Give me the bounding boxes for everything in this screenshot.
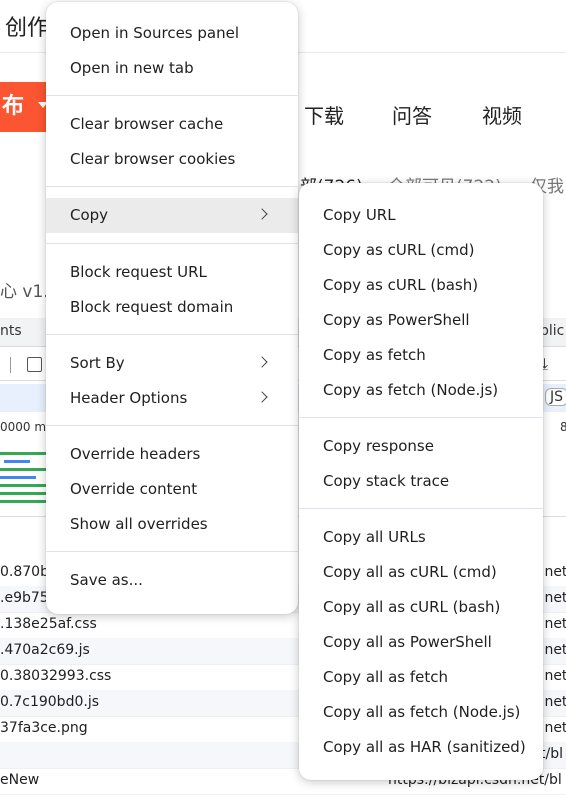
chevron-right-icon — [256, 208, 268, 220]
menu-item-copy[interactable]: Copy — [46, 198, 298, 233]
request-domain: .net — [540, 694, 566, 710]
request-domain: .net — [540, 590, 566, 606]
menu-item-copy-label: Copy — [70, 206, 109, 224]
toolbar-label-right: plic — [540, 323, 565, 339]
filter-checkbox[interactable] — [27, 357, 42, 372]
menu-item-copy-fetch[interactable]: Copy as fetch — [299, 338, 543, 373]
menu-item-copy-stack-trace[interactable]: Copy stack trace — [299, 464, 543, 499]
nav-download[interactable]: 下载 — [304, 100, 344, 129]
request-domain: .net — [540, 668, 566, 684]
menu-separator — [299, 417, 543, 418]
menu-separator — [46, 551, 298, 552]
request-domain: .net — [540, 616, 566, 632]
menu-item-open-in-new-tab[interactable]: Open in new tab — [46, 51, 298, 86]
menu-separator — [46, 334, 298, 335]
menu-item-block-url[interactable]: Block request URL — [46, 255, 298, 290]
request-name: .138e25af.css — [0, 616, 97, 632]
menu-item-copy-all-fetch[interactable]: Copy all as fetch — [299, 660, 543, 695]
menu-item-copy-response[interactable]: Copy response — [299, 429, 543, 464]
chevron-right-icon — [256, 356, 268, 368]
menu-separator — [46, 243, 298, 244]
filter-js-chip[interactable]: JS — [545, 388, 566, 406]
menu-separator — [46, 95, 298, 96]
nav-qa[interactable]: 问答 — [392, 100, 432, 129]
timing-label-right: 8 — [560, 420, 566, 434]
menu-item-header-options-label: Header Options — [70, 389, 188, 407]
site-logo-text: 创作 — [5, 16, 50, 41]
context-menu: Open in Sources panel Open in new tab Cl… — [46, 2, 298, 614]
menu-item-sort-by[interactable]: Sort By — [46, 346, 298, 381]
menu-separator — [46, 425, 298, 426]
menu-item-copy-all-curl-bash[interactable]: Copy all as cURL (bash) — [299, 590, 543, 625]
toolbar-label: nts — [0, 323, 22, 339]
menu-item-copy-url[interactable]: Copy URL — [299, 198, 543, 233]
request-domain: t/bl — [540, 746, 563, 762]
menu-item-copy-all-har[interactable]: Copy all as HAR (sanitized) — [299, 730, 543, 765]
request-name: 0.7c190bd0.js — [0, 694, 99, 710]
menu-item-open-in-sources[interactable]: Open in Sources panel — [46, 16, 298, 51]
menu-item-header-options[interactable]: Header Options — [46, 381, 298, 416]
menu-item-save-as[interactable]: Save as... — [46, 563, 298, 598]
timing-label: 0000 ms — [0, 420, 53, 434]
request-name: 0.38032993.css — [0, 668, 112, 684]
menu-item-override-headers[interactable]: Override headers — [46, 437, 298, 472]
nav-video[interactable]: 视频 — [482, 100, 522, 129]
menu-item-copy-powershell[interactable]: Copy as PowerShell — [299, 303, 543, 338]
menu-item-clear-cookies[interactable]: Clear browser cookies — [46, 142, 298, 177]
menu-separator — [46, 186, 298, 187]
menu-item-sort-by-label: Sort By — [70, 354, 125, 372]
request-name: .e9b75 — [0, 590, 49, 606]
request-name: 37fa3ce.png — [0, 720, 88, 736]
divider — [10, 357, 11, 373]
chevron-right-icon — [256, 391, 268, 403]
menu-item-copy-curl-cmd[interactable]: Copy as cURL (cmd) — [299, 233, 543, 268]
menu-item-copy-all-curl-cmd[interactable]: Copy all as cURL (cmd) — [299, 555, 543, 590]
menu-item-override-content[interactable]: Override content — [46, 472, 298, 507]
menu-item-copy-curl-bash[interactable]: Copy as cURL (bash) — [299, 268, 543, 303]
request-domain: .net — [540, 720, 566, 736]
copy-submenu: Copy URL Copy as cURL (cmd) Copy as cURL… — [299, 183, 543, 780]
request-name: .470a2c69.js — [0, 642, 90, 658]
menu-item-clear-cache[interactable]: Clear browser cache — [46, 107, 298, 142]
menu-separator — [299, 508, 543, 509]
menu-item-copy-all-powershell[interactable]: Copy all as PowerShell — [299, 625, 543, 660]
request-domain: .net — [540, 564, 566, 580]
menu-item-block-domain[interactable]: Block request domain — [46, 290, 298, 325]
menu-item-copy-all-urls[interactable]: Copy all URLs — [299, 520, 543, 555]
menu-item-copy-all-fetch-node[interactable]: Copy all as fetch (Node.js) — [299, 695, 543, 730]
menu-item-copy-fetch-node[interactable]: Copy as fetch (Node.js) — [299, 373, 543, 408]
request-name: eNew — [0, 772, 40, 788]
menu-item-show-overrides[interactable]: Show all overrides — [46, 507, 298, 542]
request-domain: .net — [540, 642, 566, 658]
